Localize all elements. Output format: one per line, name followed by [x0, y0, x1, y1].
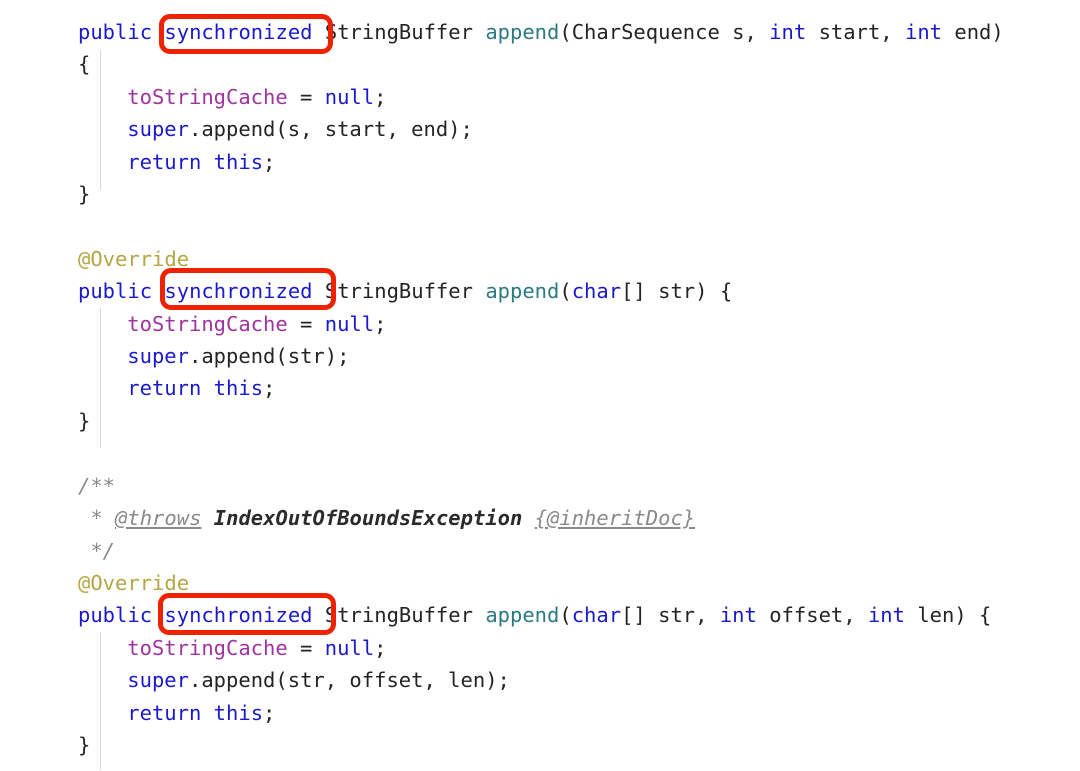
code-line[interactable]: { [78, 48, 90, 80]
code-token-kw: super [127, 668, 189, 692]
code-line[interactable]: } [78, 178, 90, 210]
code-token-plain: ; [374, 636, 387, 660]
code-token-kw: null [324, 636, 375, 660]
code-token-plain: = [287, 85, 325, 109]
code-token-kw: int [719, 603, 757, 627]
code-token-plain: { [78, 52, 91, 76]
indent-guide [100, 632, 101, 770]
code-token-plain: len) { [905, 603, 992, 627]
code-line[interactable]: super.append(str, offset, len); [127, 664, 510, 696]
code-token-doc: /** [78, 474, 116, 498]
code-line[interactable]: return this; [127, 146, 275, 178]
code-token-plain: offset, [756, 603, 868, 627]
code-token-kw: this [213, 376, 264, 400]
code-token-plain: } [78, 733, 91, 757]
code-line[interactable]: @Override [78, 243, 189, 275]
code-token-plain: ; [263, 376, 276, 400]
code-token-kw: return [127, 150, 202, 174]
code-token-plain: ; [263, 150, 276, 174]
code-token-doc-tag: @throws [115, 506, 202, 530]
code-token-kw: this [213, 701, 264, 725]
code-token-kw: super [127, 344, 189, 368]
code-token-plain: } [78, 409, 91, 433]
code-token-plain: end) [942, 20, 1004, 44]
code-token-plain: start, [806, 20, 905, 44]
code-line[interactable]: toStringCache = null; [127, 81, 386, 113]
indent-guide [100, 50, 101, 190]
code-line[interactable]: return this; [127, 697, 275, 729]
code-line[interactable]: } [78, 405, 90, 437]
code-token-doc [201, 506, 213, 530]
code-token-plain: StringBuffer [312, 20, 486, 44]
code-token-kw: public [78, 20, 153, 44]
code-token-plain: ; [374, 312, 387, 336]
code-token-doc: */ [78, 539, 116, 563]
code-token-kw: return [127, 701, 202, 725]
code-token-kw: int [904, 20, 943, 44]
code-line[interactable]: super.append(s, start, end); [127, 113, 473, 145]
code-token-kw: char [571, 279, 622, 303]
code-token-kw: int [769, 20, 807, 44]
code-token-kw: int [867, 603, 905, 627]
code-token-anno: @Override [78, 247, 190, 271]
code-token-method: append [485, 279, 560, 303]
code-token-kw: null [324, 312, 375, 336]
code-token-kw: char [571, 603, 622, 627]
code-token-doc [522, 506, 534, 530]
code-token-kw: synchronized [164, 279, 313, 303]
code-line[interactable]: public synchronized StringBuffer append(… [78, 16, 1004, 48]
code-line[interactable]: /** [78, 470, 115, 502]
code-token-kw: this [213, 150, 264, 174]
code-token-plain: ; [263, 701, 276, 725]
code-line[interactable]: toStringCache = null; [127, 632, 386, 664]
code-token-field: toStringCache [127, 636, 288, 660]
code-token-plain: ; [374, 85, 387, 109]
indent-guide [100, 308, 101, 448]
code-token-method: append [485, 603, 560, 627]
code-token-plain: (CharSequence s, [559, 20, 770, 44]
code-line[interactable]: return this; [127, 372, 275, 404]
code-token-anno: @Override [78, 571, 190, 595]
code-token-kw: super [127, 117, 189, 141]
code-token-plain: ( [559, 279, 572, 303]
code-token-kw: return [127, 376, 202, 400]
code-viewer[interactable]: public synchronized StringBuffer append(… [0, 0, 1080, 771]
code-token-kw: synchronized [164, 603, 313, 627]
code-token-plain: .append(str, offset, len); [188, 668, 510, 692]
code-token-doc-tag: {@inheritDoc} [534, 506, 696, 530]
code-token-kw: public [78, 603, 153, 627]
code-token-kw: public [78, 279, 153, 303]
code-token-plain: StringBuffer [312, 603, 486, 627]
code-token-plain: StringBuffer [312, 279, 486, 303]
code-line[interactable]: public synchronized StringBuffer append(… [78, 275, 732, 307]
code-token-method: append [485, 20, 560, 44]
code-token-plain: [] str) { [621, 279, 733, 303]
code-token-plain: .append(s, start, end); [188, 117, 473, 141]
code-token-field: toStringCache [127, 312, 288, 336]
code-token-kw: null [324, 85, 375, 109]
code-token-doc-strong: IndexOutOfBoundsException [213, 506, 523, 530]
code-line[interactable]: * @throws IndexOutOfBoundsException {@in… [78, 502, 695, 534]
code-token-field: toStringCache [127, 85, 288, 109]
code-line[interactable]: toStringCache = null; [127, 308, 386, 340]
code-token-plain: } [78, 182, 91, 206]
code-line[interactable]: public synchronized StringBuffer append(… [78, 599, 991, 631]
code-line[interactable]: super.append(str); [127, 340, 349, 372]
code-token-doc: * [78, 506, 116, 530]
code-token-plain: = [287, 636, 325, 660]
code-token-plain: [] str, [621, 603, 720, 627]
code-token-plain: .append(str); [188, 344, 350, 368]
code-token-plain: = [287, 312, 325, 336]
code-line[interactable]: @Override [78, 567, 189, 599]
code-line[interactable]: } [78, 729, 90, 761]
code-token-plain: ( [559, 603, 572, 627]
code-token-kw: synchronized [164, 20, 313, 44]
code-line[interactable]: */ [78, 535, 115, 567]
